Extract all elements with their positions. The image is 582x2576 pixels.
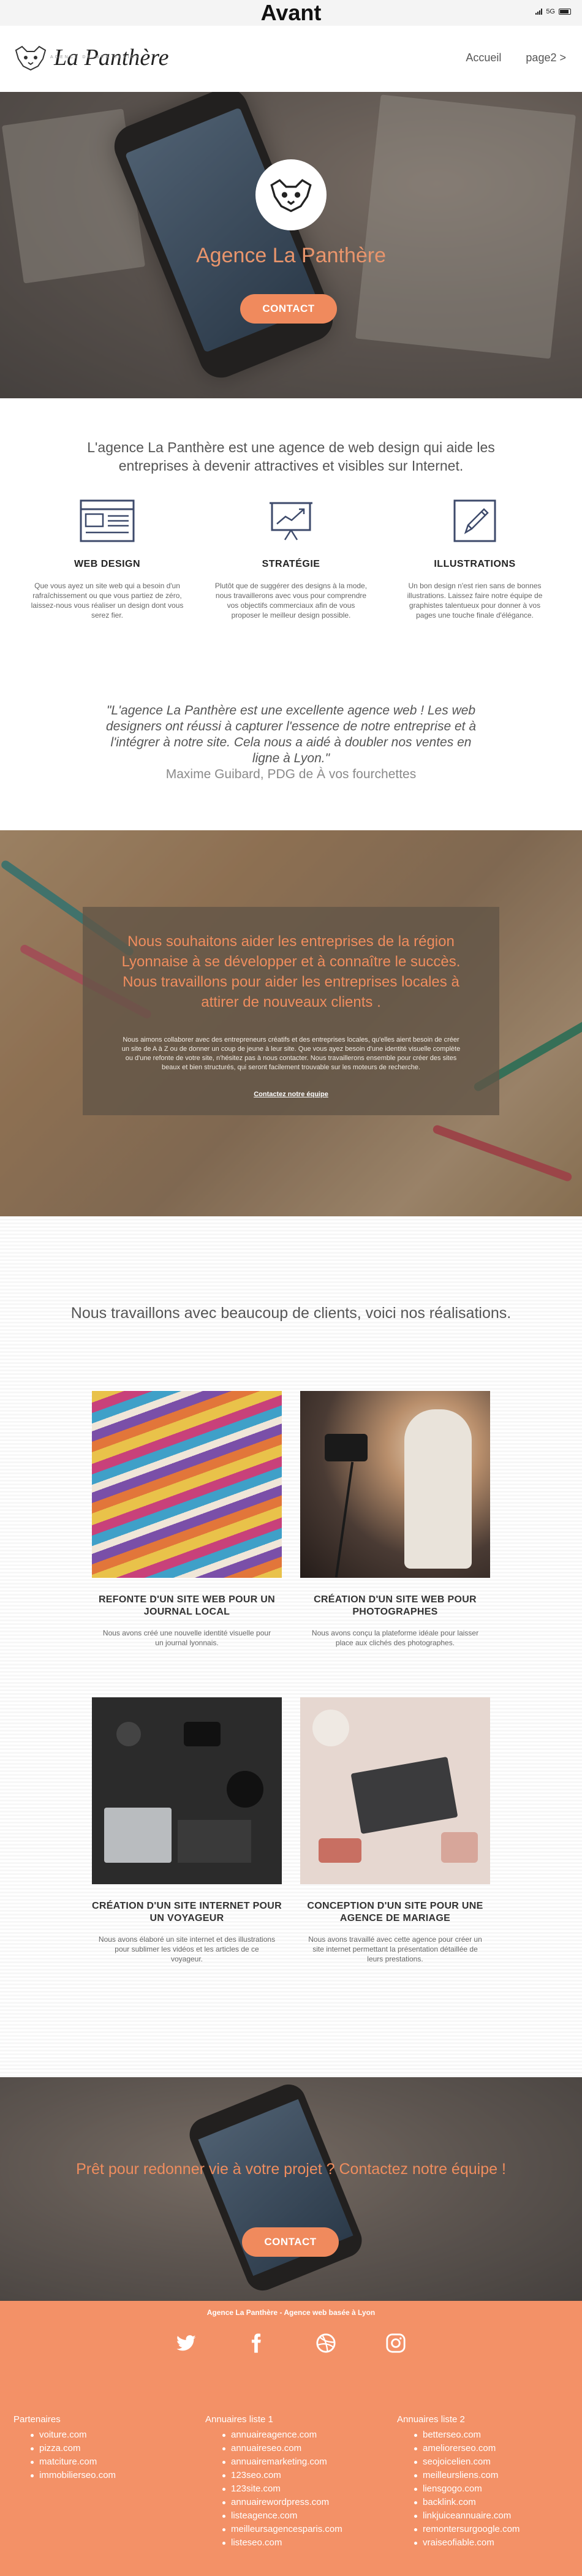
footer-link[interactable]: ameliorerseo.com [397,2442,569,2455]
footer-column-partenaires: Partenaires voiture.com pizza.com matcit… [13,2414,185,2482]
mission-heading: Nous souhaitons aider les entreprises de… [121,933,461,1010]
service-title: ILLUSTRATIONS [434,559,516,569]
footer-link[interactable]: meilleursliens.com [397,2469,569,2482]
footer-link[interactable]: annuairewordpress.com [205,2496,377,2509]
social-links [0,2333,582,2354]
footer-link[interactable]: 123seo.com [205,2469,377,2482]
service-illustrations: ILLUSTRATIONS Un bon design n'est rien s… [398,499,551,620]
testimonial-quote: "L'agence La Panthère est une excellente… [105,703,477,765]
nav-link-accueil[interactable]: Accueil [466,51,501,64]
testimonial: "L'agence La Panthère est une excellente… [104,703,478,782]
footer-link[interactable]: annuaireseo.com [205,2442,377,2455]
footer-column-title: Partenaires [13,2414,61,2425]
twitter-icon[interactable] [176,2333,197,2354]
mission-text: Nous aimons collaborer avec des entrepre… [121,1036,461,1071]
footer-tagline: Agence La Panthère - Agence web basée à … [206,2308,376,2317]
footer-link[interactable]: seojoicelien.com [397,2455,569,2469]
works-title: Nous travaillons avec beaucoup de client… [70,1305,512,1322]
panther-head-icon [270,179,312,213]
footer-link[interactable]: listeagence.com [205,2509,377,2523]
status-indicators: 5G [535,8,571,15]
nav-link-page2[interactable]: page2 > [526,51,566,64]
footer-link[interactable]: remontersurgoogle.com [397,2523,569,2536]
site-header: La Panthère AGENCE DE WEB DESIGN Accueil… [0,26,582,92]
service-strategie: STRATÉGIE Plutôt que de suggérer des des… [214,499,368,620]
footer-link[interactable]: linkjuiceannuaire.com [397,2509,569,2523]
work-description: Nous avons conçu la plateforme idéale po… [311,1629,479,1647]
work-description: Nous avons travaillé avec cette agence p… [308,1935,482,1963]
footer-link[interactable]: matciture.com [13,2455,185,2469]
mission-box: Nous souhaitons aider les entreprises de… [83,907,499,1115]
main-nav: Accueil page2 > [466,51,566,64]
footer-link[interactable]: immobilierseo.com [13,2469,185,2482]
site-footer: Agence La Panthère - Agence web basée à … [0,2301,582,2576]
cta-overlay [0,2077,582,2301]
work-image-photographer[interactable] [300,1391,490,1578]
presentation-chart-icon [270,502,312,540]
services-section: WEB DESIGN Que vous ayez un site web qui… [0,499,582,640]
hero-section: Agence La Panthère CONTACT [0,92,582,398]
network-label: 5G [546,8,555,15]
service-text: Que vous ayez un site web qui a besoin d… [31,581,184,619]
work-image-magazines[interactable] [92,1391,282,1578]
pencil-icon [453,499,496,542]
hero-title: Agence La Panthère [195,244,387,267]
cta-section: Prêt pour redonner vie à votre projet ? … [0,2077,582,2301]
footer-column-title: Annuaires liste 1 [205,2414,273,2425]
service-text: Un bon design n'est rien sans de bonnes … [407,581,543,619]
footer-link[interactable]: betterseo.com [397,2428,569,2442]
dribbble-icon[interactable] [316,2333,336,2354]
footer-link[interactable]: backlink.com [397,2496,569,2509]
cta-contact-button[interactable]: CONTACT [242,2227,339,2257]
footer-link[interactable]: annuairemarketing.com [205,2455,377,2469]
cta-title: Prêt pour redonner vie à votre projet ? … [76,2161,506,2178]
work-title: CRÉATION D'UN SITE INTERNET POUR UN VOYA… [92,1901,282,1923]
mission-section: Nous souhaitons aider les entreprises de… [0,830,582,1216]
brand-subtitle: AGENCE DE WEB DESIGN [50,55,141,59]
page-label: Avant [260,0,322,25]
footer-column-annuaires-1: Annuaires liste 1 annuaireagence.com ann… [205,2414,377,2550]
footer-link[interactable]: liensgogo.com [397,2482,569,2496]
work-title: CONCEPTION D'UN SITE POUR UNE AGENCE DE … [307,1901,483,1923]
work-title: CRÉATION D'UN SITE WEB POUR PHOTOGRAPHES [314,1594,477,1617]
footer-link[interactable]: voiture.com [13,2428,185,2442]
service-title: WEB DESIGN [74,559,141,569]
contact-team-link[interactable]: Contactez notre équipe [83,1091,499,1098]
hero-logo-badge [255,159,327,230]
work-card[interactable]: REFONTE D'UN SITE WEB POUR UN JOURNAL LO… [92,1391,282,1648]
device-status-bar: Avant 5G [0,0,582,26]
service-web-design: WEB DESIGN Que vous ayez un site web qui… [31,499,184,620]
work-image-travel-gear[interactable] [92,1697,282,1884]
work-card[interactable]: CRÉATION D'UN SITE INTERNET POUR UN VOYA… [92,1697,282,1964]
work-card[interactable]: CRÉATION D'UN SITE WEB POUR PHOTOGRAPHES… [300,1391,490,1648]
signal-icon [535,9,543,15]
footer-link[interactable]: annuaireagence.com [205,2428,377,2442]
work-card[interactable]: CONCEPTION D'UN SITE POUR UNE AGENCE DE … [300,1697,490,1964]
service-title: STRATÉGIE [262,559,320,569]
footer-column-title: Annuaires liste 2 [397,2414,465,2425]
work-image-wedding-desk[interactable] [300,1697,490,1884]
panther-logo-icon [15,45,47,71]
work-description: Nous avons élaboré un site internet et d… [98,1935,276,1963]
works-section: Nous travaillons avec beaucoup de client… [0,1216,582,2077]
footer-link[interactable]: meilleursagencesparis.com [205,2523,377,2536]
service-text: Plutôt que de suggérer des designs à la … [214,581,368,619]
facebook-icon[interactable] [246,2333,266,2354]
browser-layout-icon [80,499,135,542]
footer-link[interactable]: vraiseofiable.com [397,2536,569,2550]
intro-text: L'agence La Panthère est une agence de w… [87,439,495,474]
footer-link[interactable]: listeseo.com [205,2536,377,2550]
hero-contact-button[interactable]: CONTACT [240,294,337,324]
work-description: Nous avons créé une nouvelle identité vi… [102,1629,271,1647]
testimonial-author: Maxime Guibard, PDG de À vos fourchettes [165,767,417,781]
work-title: REFONTE D'UN SITE WEB POUR UN JOURNAL LO… [98,1594,276,1617]
footer-link[interactable]: 123site.com [205,2482,377,2496]
battery-icon [559,9,571,15]
footer-column-annuaires-2: Annuaires liste 2 betterseo.com ameliore… [397,2414,569,2550]
instagram-icon[interactable] [385,2333,406,2354]
footer-link[interactable]: pizza.com [13,2442,185,2455]
